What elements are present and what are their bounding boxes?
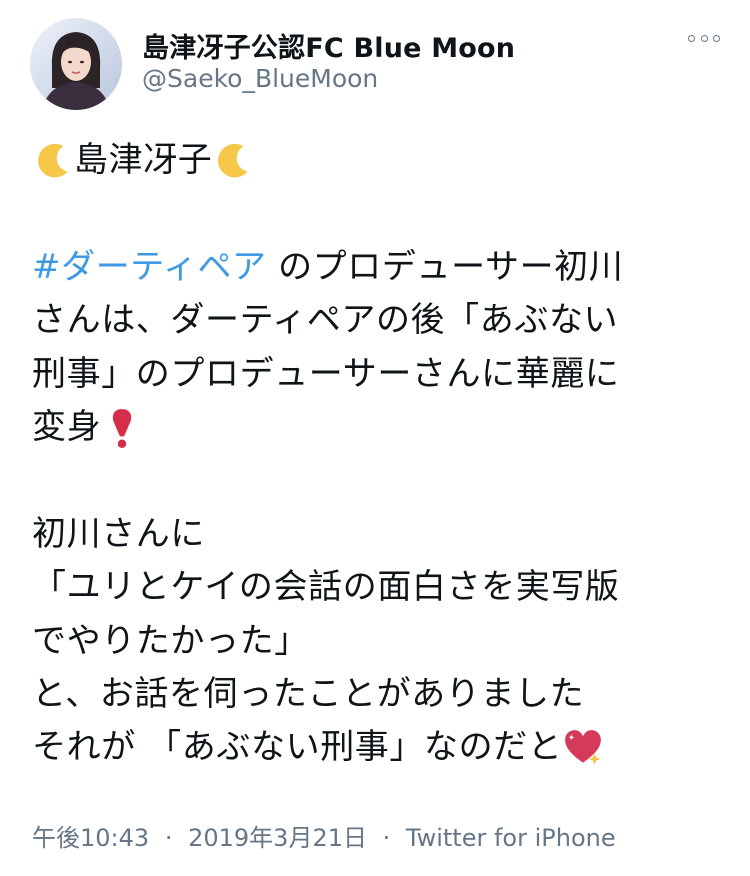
tweet-text: 島津冴子 #ダーティペア のプロデューサー初川 さんは、ダーティペアの後「あぶな… xyxy=(32,134,722,775)
tweet-line-text: と、お話を伺ったことがありました xyxy=(32,673,585,714)
more-dot xyxy=(713,34,720,42)
tweet-line-text: さんは、ダーティペアの後「あぶない xyxy=(32,300,619,341)
tweet-line-text: 変身 xyxy=(32,406,102,447)
tweet-line: 変身 xyxy=(32,401,722,454)
tweet-line-text: のプロデューサー初川 xyxy=(266,246,624,287)
tweet: 島津冴子公認FC Blue Moon @Saeko_BlueMoon 島津冴子 … xyxy=(0,0,750,876)
meta-separator: · xyxy=(382,824,391,852)
tweet-line: 島津冴子 xyxy=(32,134,722,187)
tweet-meta: 午後10:43 · 2019年3月21日 · Twitter for iPhon… xyxy=(32,818,616,853)
tweet-line-text: それが 「あぶない刑事」なのだと xyxy=(32,727,563,768)
avatar[interactable] xyxy=(30,18,122,110)
tweet-line-text: でやりたかった」 xyxy=(32,620,309,661)
tweet-line-text: 初川さんに xyxy=(32,513,205,554)
tweet-title-name: 島津冴子 xyxy=(74,140,213,180)
tweet-line: 刑事」のプロデューサーさんに華麗に xyxy=(32,348,722,401)
tweet-time[interactable]: 午後10:43 xyxy=(32,824,149,852)
crescent-moon-icon xyxy=(32,140,74,182)
exclamation-mark-icon xyxy=(101,407,143,449)
tweet-line: さんは、ダーティペアの後「あぶない xyxy=(32,294,722,347)
tweet-line-text: 刑事」のプロデューサーさんに華麗に xyxy=(32,353,620,394)
meta-separator: · xyxy=(164,824,173,852)
tweet-line: #ダーティペア のプロデューサー初川 xyxy=(32,241,722,294)
tweet-date[interactable]: 2019年3月21日 xyxy=(188,824,367,852)
tweet-line: と、お話を伺ったことがありました xyxy=(32,668,722,721)
tweet-line: 初川さんに xyxy=(32,508,722,561)
tweet-line-text: 「ユリとケイの会話の面白さを実写版 xyxy=(32,567,620,608)
author-display-name[interactable]: 島津冴子公認FC Blue Moon xyxy=(142,26,515,65)
tweet-line: 「ユリとケイの会話の面白さを実写版 xyxy=(32,561,722,614)
tweet-line: でやりたかった」 xyxy=(32,615,722,668)
tweet-line: それが 「あぶない刑事」なのだと xyxy=(32,721,722,774)
more-dot xyxy=(700,34,708,42)
hashtag-link[interactable]: #ダーティペア xyxy=(32,241,267,294)
avatar-image xyxy=(30,18,122,110)
tweet-source-link[interactable]: Twitter for iPhone xyxy=(406,824,616,852)
more-dot xyxy=(688,34,695,42)
author-handle[interactable]: @Saeko_BlueMoon xyxy=(142,64,378,93)
crescent-moon-icon xyxy=(212,140,254,182)
sparkling-heart-icon xyxy=(562,727,604,769)
more-options-icon[interactable] xyxy=(688,30,720,46)
